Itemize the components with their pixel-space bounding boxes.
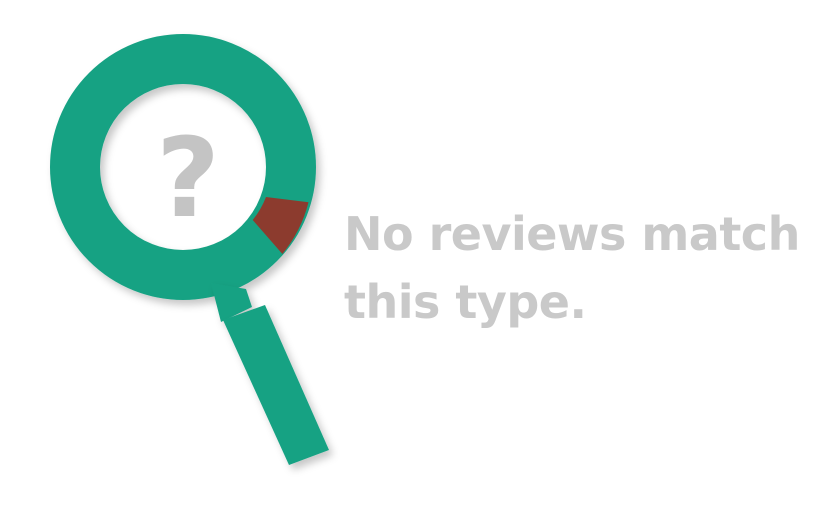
question-mark: ? [156, 114, 220, 242]
empty-message-line-1: No reviews match [344, 207, 800, 261]
magnifying-glass-handle [223, 305, 329, 465]
empty-message-line-2: this type. [344, 275, 587, 329]
empty-state-message: No reviews match this type. [344, 200, 804, 336]
